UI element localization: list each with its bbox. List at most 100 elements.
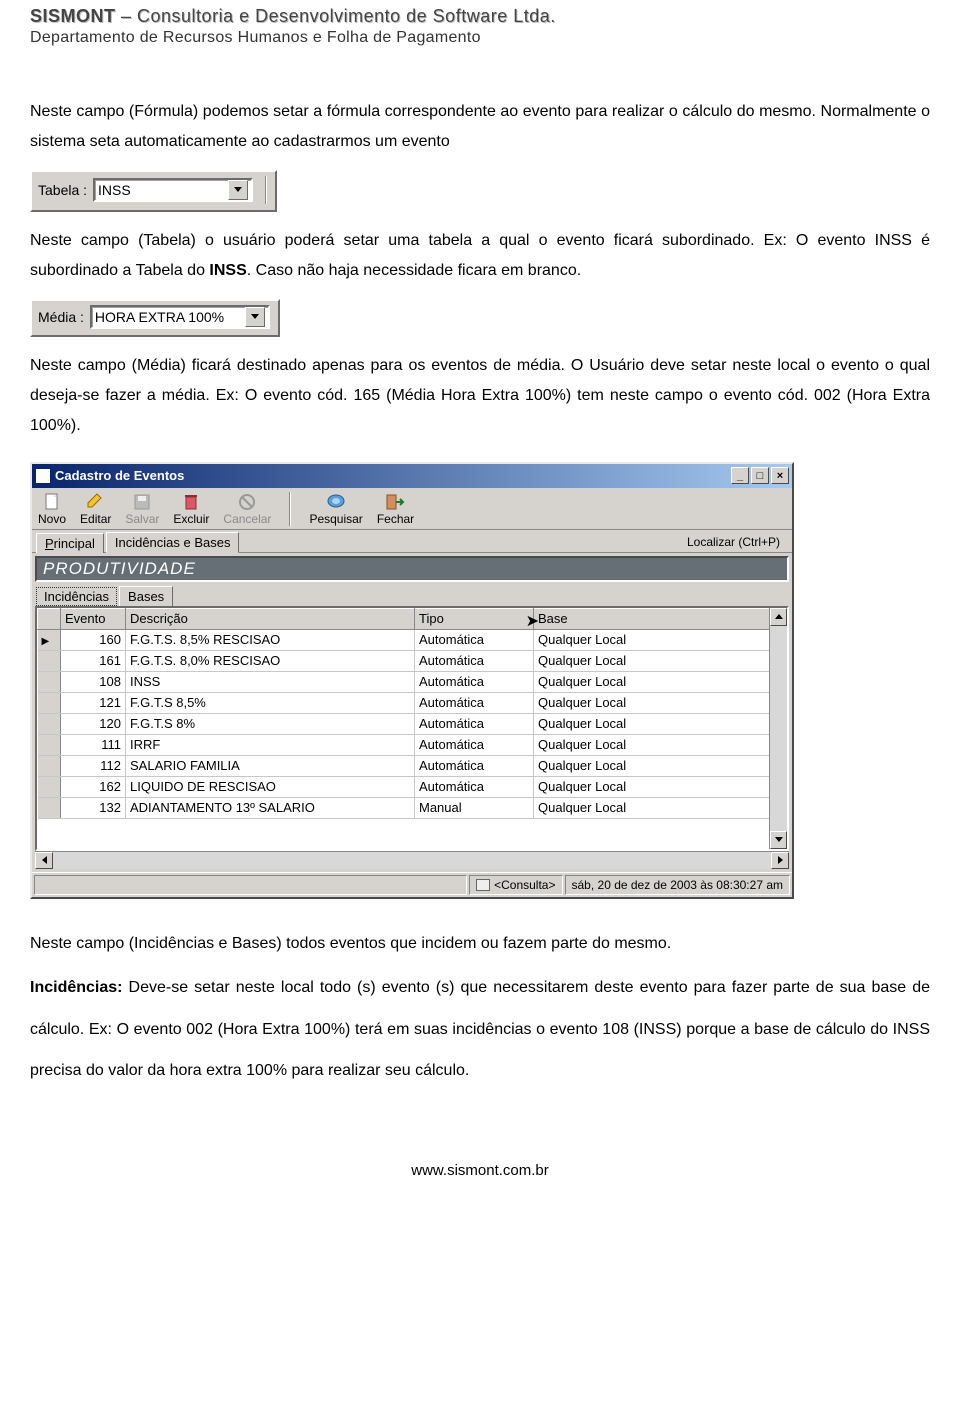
chevron-down-icon[interactable] <box>228 180 248 200</box>
cell-descricao: F.G.T.S. 8,0% RESCISAO <box>126 650 415 671</box>
col-evento[interactable]: Evento <box>61 608 126 629</box>
row-selector[interactable] <box>38 797 61 818</box>
cancelar-button: Cancelar <box>223 493 271 526</box>
save-icon <box>132 493 152 511</box>
row-selector[interactable] <box>38 755 61 776</box>
horizontal-scrollbar[interactable] <box>35 851 789 869</box>
minimize-button[interactable]: _ <box>731 467 749 484</box>
table-row[interactable]: 112SALARIO FAMILIAAutomáticaQualquer Loc… <box>38 755 787 776</box>
page-footer: www.sismont.com.br <box>30 1162 930 1179</box>
chevron-down-icon[interactable] <box>245 307 265 327</box>
fechar-button[interactable]: Fechar <box>377 493 414 526</box>
cell-base: Qualquer Local <box>534 713 787 734</box>
grid: Evento Descrição Tipo➤ Base ▶160F.G.T.S.… <box>35 606 789 851</box>
editar-button[interactable]: Editar <box>80 493 111 526</box>
sub-tabstrip: Incidências Bases <box>32 582 792 605</box>
keyboard-icon <box>476 879 490 891</box>
app-window: Cadastro de Eventos _ □ × Novo Editar Sa… <box>30 462 794 899</box>
row-selector[interactable]: ▶ <box>38 629 61 650</box>
table-row[interactable]: 120F.G.T.S 8%AutomáticaQualquer Local <box>38 713 787 734</box>
vertical-scrollbar[interactable] <box>769 608 787 849</box>
cell-base: Qualquer Local <box>534 776 787 797</box>
cell-tipo: Automática <box>415 629 534 650</box>
tabela-combo[interactable]: INSS <box>93 178 253 202</box>
page-header: SISMONT – Consultoria e Desenvolvimento … <box>30 6 930 47</box>
cell-base: Qualquer Local <box>534 692 787 713</box>
status-mode: <Consulta> <box>469 875 562 895</box>
main-tabstrip: Principal Incidências e Bases Localizar … <box>32 530 792 553</box>
cell-base: Qualquer Local <box>534 797 787 818</box>
col-base[interactable]: Base <box>534 608 787 629</box>
scroll-up-icon[interactable] <box>770 608 787 626</box>
grid-header-row: Evento Descrição Tipo➤ Base <box>38 608 787 629</box>
cell-tipo: Automática <box>415 650 534 671</box>
cell-evento: 112 <box>61 755 126 776</box>
pesquisar-button[interactable]: Pesquisar <box>309 493 362 526</box>
row-selector-header <box>38 608 61 629</box>
delete-icon <box>181 493 201 511</box>
cell-evento: 161 <box>61 650 126 671</box>
cell-evento: 108 <box>61 671 126 692</box>
cell-evento: 160 <box>61 629 126 650</box>
row-selector[interactable] <box>38 734 61 755</box>
cell-descricao: IRRF <box>126 734 415 755</box>
cell-tipo: Automática <box>415 776 534 797</box>
status-datetime: sáb, 20 de dez de 2003 às 08:30:27 am <box>565 875 791 895</box>
novo-button[interactable]: Novo <box>38 493 66 526</box>
cell-tipo: Automática <box>415 734 534 755</box>
new-icon <box>42 493 62 511</box>
row-selector[interactable] <box>38 776 61 797</box>
window-title: Cadastro de Eventos <box>55 468 184 483</box>
maximize-button[interactable]: □ <box>751 467 769 484</box>
produtividade-field: PRODUTIVIDADE <box>35 556 789 582</box>
cell-descricao: SALARIO FAMILIA <box>126 755 415 776</box>
company-line: SISMONT – Consultoria e Desenvolvimento … <box>30 6 930 27</box>
tab-principal[interactable]: Principal <box>36 533 104 553</box>
table-row[interactable]: 132ADIANTAMENTO 13º SALARIOManualQualque… <box>38 797 787 818</box>
company-name: SISMONT <box>30 6 116 26</box>
cell-base: Qualquer Local <box>534 734 787 755</box>
table-row[interactable]: 161F.G.T.S. 8,0% RESCISAOAutomáticaQualq… <box>38 650 787 671</box>
subtab-incidencias[interactable]: Incidências <box>36 587 117 606</box>
scroll-down-icon[interactable] <box>770 831 787 849</box>
row-selector[interactable] <box>38 650 61 671</box>
scroll-left-icon[interactable] <box>35 852 53 869</box>
subtab-bases[interactable]: Bases <box>119 586 173 606</box>
cell-evento: 120 <box>61 713 126 734</box>
media-field-frame: Média : HORA EXTRA 100% <box>30 299 280 337</box>
tabela-value: INSS <box>98 182 131 198</box>
cell-tipo: Manual <box>415 797 534 818</box>
cell-base: Qualquer Local <box>534 629 787 650</box>
salvar-button: Salvar <box>125 493 159 526</box>
paragraph-media: Neste campo (Média) ficará destinado ape… <box>30 351 930 442</box>
search-icon <box>326 493 346 511</box>
toolbar: Novo Editar Salvar Excluir Cancelar Pe <box>32 488 792 530</box>
table-row[interactable]: 121F.G.T.S 8,5%AutomáticaQualquer Local <box>38 692 787 713</box>
tab-incidencias-bases[interactable]: Incidências e Bases <box>106 532 240 553</box>
row-selector[interactable] <box>38 671 61 692</box>
col-descricao[interactable]: Descrição <box>126 608 415 629</box>
paragraph-incidencias-detail: Incidências: Deve-se setar neste local t… <box>30 967 930 1092</box>
exit-icon <box>385 493 405 511</box>
cell-descricao: ADIANTAMENTO 13º SALARIO <box>126 797 415 818</box>
paragraph-tabela: Neste campo (Tabela) o usuário poderá se… <box>30 226 930 287</box>
table-row[interactable]: ▶160F.G.T.S. 8,5% RESCISAOAutomáticaQual… <box>38 629 787 650</box>
excluir-button[interactable]: Excluir <box>173 493 209 526</box>
cell-base: Qualquer Local <box>534 671 787 692</box>
row-selector[interactable] <box>38 713 61 734</box>
media-combo[interactable]: HORA EXTRA 100% <box>90 305 270 329</box>
cell-descricao: F.G.T.S 8% <box>126 713 415 734</box>
col-tipo[interactable]: Tipo➤ <box>415 608 534 629</box>
row-selector[interactable] <box>38 692 61 713</box>
table-row[interactable]: 111IRRFAutomáticaQualquer Local <box>38 734 787 755</box>
edit-icon <box>86 493 106 511</box>
paragraph-incidencias-overview: Neste campo (Incidências e Bases) todos … <box>30 929 930 959</box>
scroll-right-icon[interactable] <box>771 852 789 869</box>
cell-evento: 121 <box>61 692 126 713</box>
cell-tipo: Automática <box>415 671 534 692</box>
table-row[interactable]: 108INSSAutomáticaQualquer Local <box>38 671 787 692</box>
localizar-hint: Localizar (Ctrl+P) <box>687 535 788 552</box>
department-line: Departamento de Recursos Humanos e Folha… <box>30 29 930 47</box>
table-row[interactable]: 162LIQUIDO DE RESCISAOAutomáticaQualquer… <box>38 776 787 797</box>
close-button[interactable]: × <box>771 467 789 484</box>
